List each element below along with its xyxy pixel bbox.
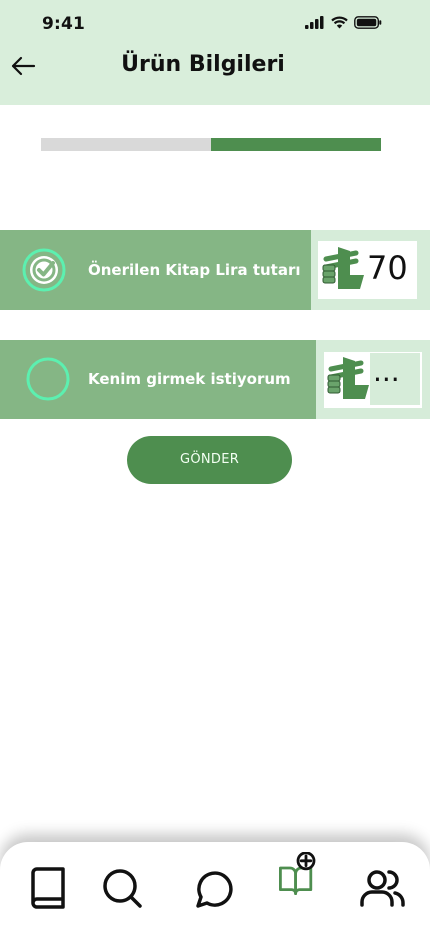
option-suggested[interactable]: Önerilen Kitap Lira tutarı 70: [0, 230, 430, 310]
tab-chat[interactable]: [190, 864, 238, 912]
unchecked-circle-icon[interactable]: [26, 357, 70, 401]
checked-circle-icon[interactable]: [22, 248, 66, 292]
status-icons: [305, 16, 382, 29]
progress-fill: [211, 138, 381, 151]
users-icon: [360, 870, 405, 907]
status-time: 9:41: [42, 14, 86, 34]
price-value: ...: [373, 355, 400, 388]
header: 9:41 Ürün Bilgileri: [0, 0, 430, 105]
book-icon: [31, 867, 65, 909]
price-card: 70: [316, 239, 419, 301]
option-label: Önerilen Kitap Lira tutarı: [88, 261, 301, 279]
chat-icon: [196, 871, 233, 908]
wifi-icon: [331, 16, 348, 29]
bottom-tab-bar: [0, 842, 430, 932]
battery-icon: [354, 16, 382, 29]
progress-bar: [41, 138, 381, 151]
tab-search[interactable]: [98, 864, 146, 912]
price-input[interactable]: ...: [322, 350, 424, 410]
price-field[interactable]: ...: [370, 353, 420, 405]
tab-community[interactable]: [358, 864, 406, 912]
lira-money-icon: [322, 247, 364, 289]
add-book-icon: [279, 851, 316, 895]
option-custom[interactable]: Kenim girmek istiyorum ...: [0, 340, 430, 419]
signal-icon: [305, 16, 324, 29]
price-value: 70: [367, 249, 408, 287]
submit-button[interactable]: GÖNDER: [127, 436, 292, 484]
tab-add-book[interactable]: [274, 851, 328, 912]
option-label: Kenim girmek istiyorum: [88, 370, 291, 388]
search-icon: [103, 869, 142, 908]
tab-library[interactable]: [24, 864, 72, 912]
page-title: Ürün Bilgileri: [121, 52, 285, 77]
lira-money-icon: [327, 357, 369, 399]
